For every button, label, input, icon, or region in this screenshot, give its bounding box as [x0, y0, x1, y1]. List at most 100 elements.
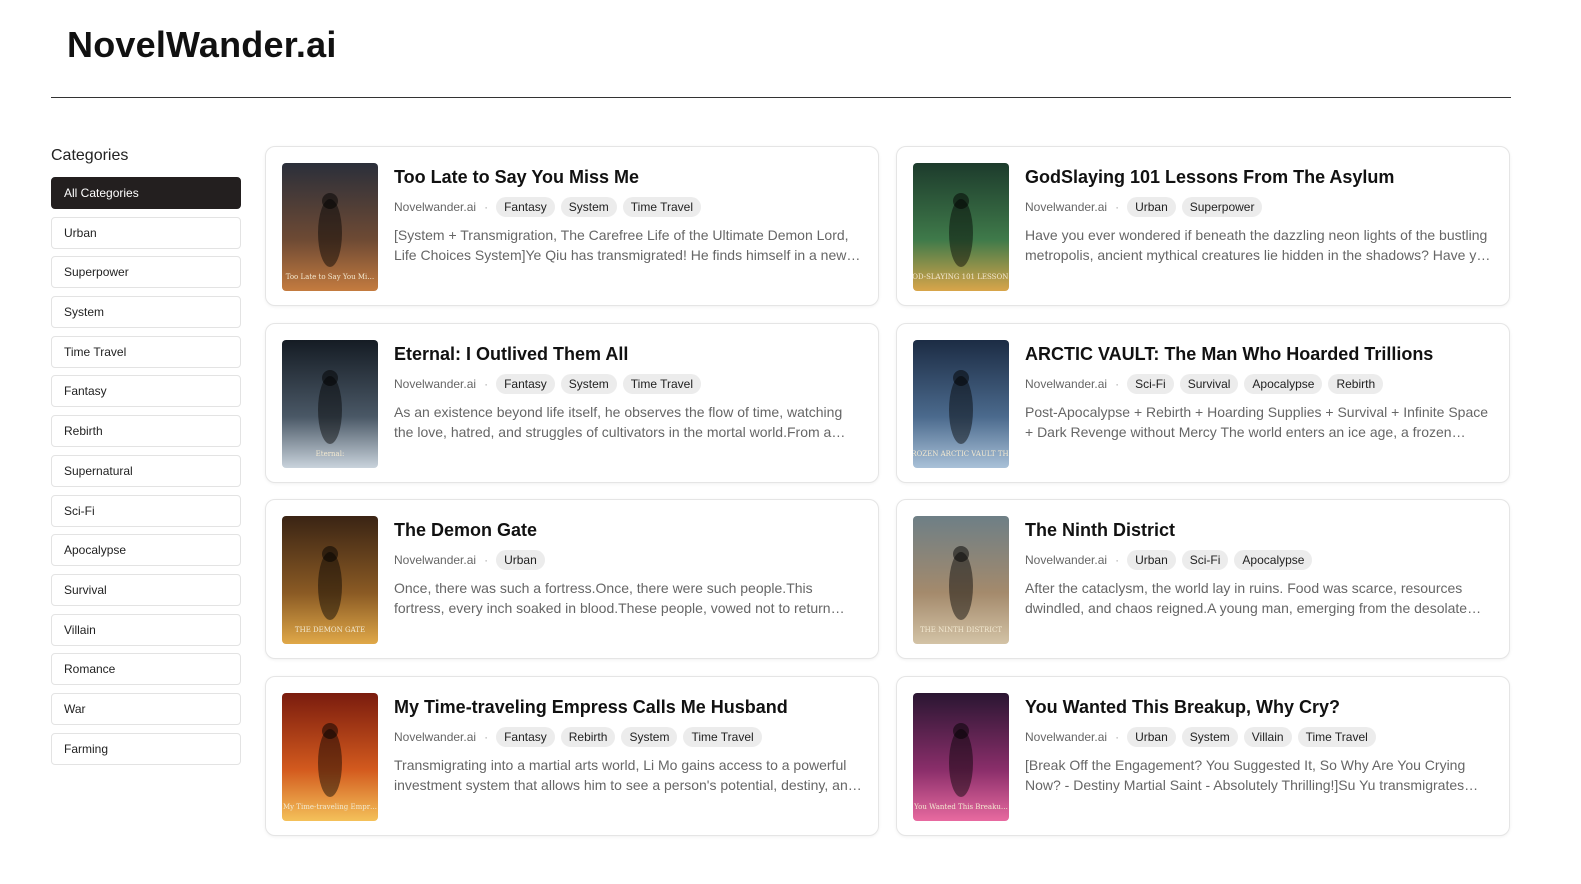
category-item-romance[interactable]: Romance [51, 653, 241, 686]
book-tag[interactable]: Sci-Fi [1127, 373, 1174, 394]
sidebar-title: Categories [51, 147, 129, 164]
separator-dot: · [1115, 376, 1120, 391]
book-tag[interactable]: System [621, 727, 678, 748]
book-tag[interactable]: Rebirth [1328, 373, 1384, 394]
book-source: Novelwander.ai [394, 200, 477, 214]
book-description: Once, there was such a fortress.Once, th… [394, 580, 831, 617]
category-item-war[interactable]: War [51, 692, 241, 725]
book-card[interactable]: FROZEN ARCTIC VAULT TH… ARCTIC VAULT: The… [896, 322, 1510, 483]
book-tag[interactable]: Apocalypse [1244, 373, 1323, 394]
book-tag[interactable]: Urban [496, 550, 545, 571]
book-tag[interactable]: Sci-Fi [1181, 550, 1229, 571]
book-tag[interactable]: Time Travel [1297, 727, 1376, 748]
site-logo[interactable]: NovelWander.ai [67, 24, 337, 66]
book-cover[interactable]: THE NINTH DISTRICT [913, 516, 1009, 645]
book-title[interactable]: You Wanted This Breakup, Why Cry? [1025, 695, 1493, 719]
book-card[interactable]: GOD-SLAYING 101 LESSON… GodSlaying 101 Le… [896, 146, 1510, 306]
book-tag[interactable]: Villain [1243, 727, 1292, 748]
book-cover[interactable]: Too Late to Say You Mi… [282, 163, 378, 291]
book-tag[interactable]: Survival [1179, 373, 1239, 394]
book-source: Novelwander.ai [394, 730, 477, 745]
book-info: You Wanted This Breakup, Why Cry? Novelwa… [1025, 695, 1493, 795]
category-item-time-travel[interactable]: Time Travel [51, 335, 241, 368]
book-info: My Time-traveling Empress Calls Me Husba… [394, 695, 862, 795]
separator-dot: · [1115, 200, 1120, 214]
book-tag[interactable]: Fantasy [496, 727, 555, 748]
book-tag[interactable]: System [560, 197, 617, 217]
book-source: Novelwander.ai [1025, 376, 1108, 391]
book-tag[interactable]: Urban [1127, 727, 1176, 748]
svg-text:Eternal:: Eternal: [316, 450, 345, 458]
book-tag[interactable]: System [1181, 727, 1238, 748]
site-header: NovelWander.ai [51, 0, 1511, 98]
book-source: Novelwander.ai [1025, 200, 1108, 214]
book-tag[interactable]: Fantasy [496, 373, 555, 394]
book-tag[interactable]: System [560, 373, 617, 394]
book-card[interactable]: My Time-traveling Empr… My Time-traveling… [265, 676, 879, 837]
book-tag[interactable]: Time Travel [683, 727, 762, 748]
book-description: [Break Off the Engagement? You Suggested… [1025, 757, 1466, 794]
category-item-system[interactable]: System [51, 296, 241, 329]
book-tag[interactable]: Urban [1127, 550, 1176, 571]
category-item-farming[interactable]: Farming [51, 732, 241, 765]
book-cover[interactable]: THE DEMON GATE [282, 516, 378, 645]
book-tag[interactable]: Apocalypse [1234, 550, 1313, 571]
book-tag[interactable]: Superpower [1181, 197, 1263, 217]
book-card[interactable]: You Wanted This Breaku… You Wanted This B… [896, 676, 1510, 837]
book-cover[interactable]: Eternal: [282, 339, 378, 468]
category-item-urban[interactable]: Urban [51, 216, 241, 249]
book-source: Novelwander.ai [394, 376, 477, 391]
svg-text:THE NINTH DISTRICT: THE NINTH DISTRICT [920, 626, 1002, 634]
book-card[interactable]: THE DEMON GATE The Demon Gate Novelwander.… [265, 499, 879, 660]
svg-text:FROZEN ARCTIC VAULT TH…: FROZEN ARCTIC VAULT TH… [913, 450, 1009, 458]
category-item-fantasy[interactable]: Fantasy [51, 375, 241, 408]
book-title[interactable]: ARCTIC VAULT: The Man Who Hoarded Trilli… [1025, 342, 1493, 366]
book-description: Transmigrating into a martial arts world… [394, 757, 856, 794]
book-title[interactable]: GodSlaying 101 Lessons From The Asylum [1025, 165, 1493, 189]
book-card[interactable]: Eternal: Eternal: I Outlived Them All Nove… [265, 322, 879, 483]
book-info: Too Late to Say You Miss Me Novelwander.a… [394, 165, 862, 265]
book-cover[interactable]: GOD-SLAYING 101 LESSON… [913, 163, 1009, 291]
book-cover[interactable]: My Time-traveling Empr… [282, 693, 378, 822]
book-card[interactable]: Too Late to Say You Mi… Too Late to Say Y… [265, 146, 879, 306]
book-tag[interactable]: Fantasy [496, 197, 555, 217]
book-title[interactable]: The Ninth District [1025, 518, 1493, 542]
svg-text:GOD-SLAYING 101 LESSON…: GOD-SLAYING 101 LESSON… [913, 273, 1009, 281]
category-item-supernatural[interactable]: Supernatural [51, 454, 241, 487]
book-description: As an existence beyond life itself, he o… [394, 403, 843, 440]
svg-text:THE DEMON GATE: THE DEMON GATE [295, 626, 365, 634]
book-meta: Novelwander.ai · Urban Sci-Fi Apocalypse [1025, 550, 1493, 571]
book-tag[interactable]: Time Travel [622, 373, 701, 394]
category-item-apocalypse[interactable]: Apocalypse [51, 534, 241, 567]
book-title[interactable]: My Time-traveling Empress Calls Me Husba… [394, 695, 862, 719]
category-item-sci-fi[interactable]: Sci-Fi [51, 494, 241, 527]
category-item-all-categories[interactable]: All Categories [51, 177, 241, 209]
separator-dot: · [1115, 553, 1120, 568]
book-tag[interactable]: Time Travel [622, 197, 701, 217]
svg-text:You Wanted This Breaku…: You Wanted This Breaku… [913, 803, 1008, 811]
book-description: After the cataclysm, the world lay in ru… [1025, 580, 1468, 617]
book-cover[interactable]: You Wanted This Breaku… [913, 693, 1009, 822]
book-info: ARCTIC VAULT: The Man Who Hoarded Trilli… [1025, 342, 1493, 442]
category-item-survival[interactable]: Survival [51, 573, 241, 606]
book-source: Novelwander.ai [1025, 730, 1108, 745]
book-info: The Ninth District Novelwander.ai · Urban Sc… [1025, 518, 1493, 618]
book-meta: Novelwander.ai · Fantasy System Time Travel [394, 373, 862, 394]
category-list: All Categories Urban Superpower System Time … [51, 177, 241, 765]
book-title[interactable]: Eternal: I Outlived Them All [394, 342, 862, 366]
book-description: [System + Transmigration, The Carefree L… [394, 227, 849, 263]
book-meta: Novelwander.ai · Fantasy Rebirth System Time … [394, 727, 862, 748]
category-item-superpower[interactable]: Superpower [51, 256, 241, 289]
svg-text:Too Late to Say You Mi…: Too Late to Say You Mi… [286, 273, 375, 281]
book-tag[interactable]: Urban [1127, 197, 1176, 217]
category-item-rebirth[interactable]: Rebirth [51, 415, 241, 448]
book-card[interactable]: THE NINTH DISTRICT The Ninth District Nove… [896, 499, 1510, 660]
book-cover[interactable]: FROZEN ARCTIC VAULT TH… [913, 339, 1009, 468]
book-tag[interactable]: Rebirth [560, 727, 616, 748]
book-grid: Too Late to Say You Mi… Too Late to Say Y… [265, 146, 1510, 837]
svg-text:My Time-traveling Empr…: My Time-traveling Empr… [283, 803, 377, 811]
book-title[interactable]: The Demon Gate [394, 518, 862, 542]
book-description: Post-Apocalypse + Rebirth + Hoarding Sup… [1025, 403, 1489, 440]
category-item-villain[interactable]: Villain [51, 613, 241, 646]
book-title[interactable]: Too Late to Say You Miss Me [394, 165, 862, 189]
